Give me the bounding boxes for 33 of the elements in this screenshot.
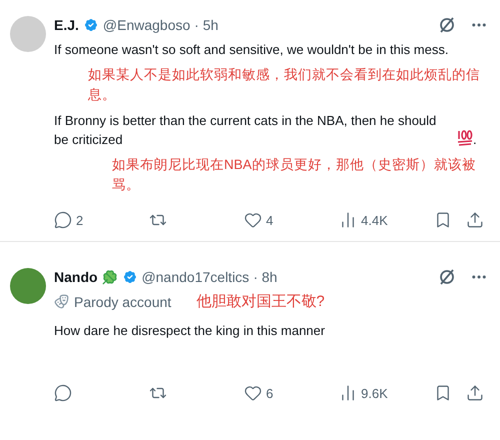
user-handle[interactable]: @nando17celtics [142, 269, 250, 285]
like-count: 4 [266, 212, 274, 228]
tweet-text: If someone wasn't so soft and sensitive, we wouldn't be in this mess. [54, 42, 448, 57]
user-name[interactable]: E.J. [54, 17, 79, 33]
bookmark-icon[interactable] [434, 211, 452, 229]
avatar-photo-placeholder[interactable] [10, 268, 46, 304]
share-icon[interactable] [466, 384, 484, 402]
like-count: 6 [266, 386, 274, 400]
period-text: . [473, 132, 477, 147]
user-name[interactable]: Nando [54, 269, 98, 285]
tweet-text: How dare he disrespect the king in this manner [54, 323, 325, 338]
reply-count: 2 [76, 212, 84, 228]
reply-icon[interactable] [54, 384, 72, 402]
user-handle[interactable]: @Enwagboso [102, 17, 190, 33]
bar-chart-icon[interactable] [339, 211, 357, 229]
post-time[interactable]: · 5h [194, 17, 218, 33]
parody-label: Parody account [74, 294, 172, 310]
translation-note: 如果布朗尼比现在NBA的球员更好，那他（史密斯）就该被骂。 [111, 156, 477, 194]
post-time[interactable]: · 8h [253, 269, 278, 285]
slashed-circle-icon[interactable] [438, 16, 456, 34]
reply-icon[interactable] [54, 211, 72, 229]
views-count: 9.6K [361, 386, 388, 400]
bar-chart-icon[interactable] [339, 384, 357, 402]
share-icon[interactable] [466, 211, 484, 229]
mask-icon [54, 294, 69, 309]
heart-icon[interactable] [244, 384, 262, 402]
views-count: 4.4K [361, 212, 388, 228]
heart-icon[interactable] [244, 211, 262, 229]
translation-note: 他胆敢对国王不敬? [196, 292, 325, 311]
tweet-text: If Bronny is better than the current cats in the NBA, then he should be criticized [54, 112, 438, 149]
bookmark-icon[interactable] [434, 384, 452, 402]
slashed-circle-icon[interactable] [438, 268, 456, 286]
translation-note: 如果某人不是如此软弱和敏感，我们就不会看到在如此烦乱的信息。 [87, 66, 481, 104]
